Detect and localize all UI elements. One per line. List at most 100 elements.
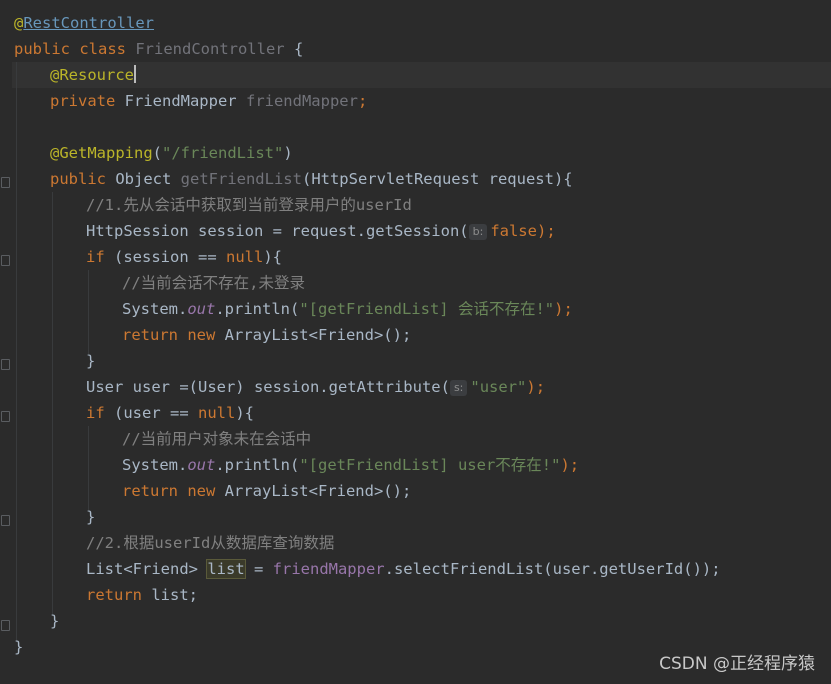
code-text: .selectFriendList(user.getUserId()); [384, 560, 721, 578]
code-line[interactable]: public class FriendController { [14, 36, 303, 62]
code-editor[interactable]: @RestController public class FriendContr… [0, 0, 831, 684]
keyword: public [50, 170, 116, 188]
code-line[interactable]: if (user == null){ [86, 400, 254, 426]
code-line[interactable]: //1.先从会话中获取到当前登录用户的userId [86, 192, 412, 218]
code-text: ); [554, 300, 573, 318]
indent-guide [88, 270, 89, 354]
keyword: return new [122, 326, 225, 344]
parameter-hint: s: [449, 380, 468, 396]
code-text: (user == [114, 404, 198, 422]
string-literal: "user" [470, 378, 527, 396]
parameter-hint: b: [468, 224, 488, 240]
field-name: friendMapper [272, 560, 385, 578]
code-text: ); [526, 378, 546, 396]
keyword: private [50, 92, 125, 110]
paren: ( [152, 144, 162, 162]
type-name: Object [115, 170, 181, 188]
code-line[interactable]: } [86, 348, 95, 374]
keyword: return new [122, 482, 225, 500]
brace: } [50, 612, 60, 630]
code-text: HttpSession session = request.getSession… [86, 222, 469, 240]
code-line[interactable]: @Resource [50, 62, 136, 88]
watermark: CSDN @正经程序猿 [659, 654, 815, 674]
fold-marker-icon[interactable] [1, 177, 10, 188]
code-text: .println( [215, 456, 300, 474]
code-line[interactable]: //2.根据userId从数据库查询数据 [86, 530, 334, 556]
fold-marker-icon[interactable] [1, 359, 10, 370]
code-line[interactable]: List<Friend> list = friendMapper.selectF… [86, 556, 721, 582]
fold-marker-icon[interactable] [1, 515, 10, 526]
code-text: User user =(User) session.getAttribute( [86, 378, 450, 396]
comment: //1.先从会话中获取到当前登录用户的userId [86, 196, 412, 214]
code-line[interactable]: private FriendMapper friendMapper; [50, 88, 367, 114]
code-text: System. [122, 300, 188, 318]
paren: ) [283, 144, 293, 162]
code-text: (session == [114, 248, 226, 266]
static-field: out [187, 456, 216, 474]
gutter [0, 0, 12, 684]
code-text: (HttpServletRequest request){ [301, 170, 573, 188]
code-line[interactable]: } [14, 634, 23, 660]
code-text: { [284, 40, 304, 58]
code-line[interactable]: @RestController [14, 10, 154, 36]
code-line[interactable]: HttpSession session = request.getSession… [86, 218, 556, 244]
comment: //2.根据userId从数据库查询数据 [86, 534, 335, 552]
code-text: ){ [235, 404, 254, 422]
code-text: ArrayList<Friend>(); [224, 482, 412, 500]
type-name: FriendMapper [124, 92, 246, 110]
code-line[interactable]: return list; [86, 582, 198, 608]
keyword: if [86, 248, 114, 266]
comment: //当前会话不存在,未登录 [122, 274, 305, 292]
static-field: out [187, 300, 216, 318]
code-text: = [244, 560, 273, 578]
code-line[interactable]: //当前用户对象未在会话中 [122, 426, 311, 452]
code-line[interactable]: if (session == null){ [86, 244, 282, 270]
keyword: return [86, 586, 152, 604]
code-line[interactable]: System.out.println("[getFriendList] user… [122, 452, 579, 478]
code-text: ArrayList<Friend>(); [224, 326, 412, 344]
annotation: @Resource [50, 66, 134, 84]
string-literal: "[getFriendList] user不存在!" [299, 456, 561, 474]
code-text: .println( [215, 300, 300, 318]
annotation-at: @ [14, 14, 24, 32]
keyword: public class [14, 40, 136, 58]
code-text: System. [122, 456, 188, 474]
keyword: false [490, 222, 537, 240]
semicolon: ; [357, 92, 368, 110]
brace: } [86, 352, 96, 370]
class-name: FriendController [135, 40, 285, 58]
brace: } [86, 508, 96, 526]
annotation: @GetMapping [50, 144, 153, 162]
code-line[interactable]: System.out.println("[getFriendList] 会话不存… [122, 296, 573, 322]
code-text: list; [151, 586, 198, 604]
code-text: List<Friend> [86, 560, 208, 578]
code-line[interactable]: //当前会话不存在,未登录 [122, 270, 305, 296]
fold-marker-icon[interactable] [1, 411, 10, 422]
string-literal: "/friendList" [162, 144, 284, 162]
keyword: null [225, 248, 264, 266]
code-line[interactable]: public Object getFriendList(HttpServletR… [50, 166, 573, 192]
code-line[interactable]: User user =(User) session.getAttribute(s… [86, 374, 545, 400]
code-line[interactable]: @GetMapping("/friendList") [50, 140, 293, 166]
fold-marker-icon[interactable] [1, 255, 10, 266]
indent-guide [52, 192, 53, 616]
code-line[interactable]: } [86, 504, 95, 530]
text-cursor [134, 65, 136, 83]
comment: //当前用户对象未在会话中 [122, 430, 312, 448]
annotation-link[interactable]: RestController [23, 14, 154, 32]
indent-guide [16, 62, 17, 642]
fold-marker-icon[interactable] [1, 620, 10, 631]
code-line[interactable]: return new ArrayList<Friend>(); [122, 322, 411, 348]
method-name: getFriendList [180, 170, 302, 188]
brace: } [14, 638, 24, 656]
field-name: friendMapper [245, 92, 358, 110]
code-text: ); [560, 456, 580, 474]
string-literal: "[getFriendList] 会话不存在!" [299, 300, 555, 318]
keyword: null [198, 404, 236, 422]
code-line[interactable]: } [50, 608, 59, 634]
highlighted-variable[interactable]: list [206, 559, 246, 579]
keyword: if [86, 404, 114, 422]
code-text: ); [536, 222, 556, 240]
indent-guide [88, 426, 89, 510]
code-line[interactable]: return new ArrayList<Friend>(); [122, 478, 411, 504]
